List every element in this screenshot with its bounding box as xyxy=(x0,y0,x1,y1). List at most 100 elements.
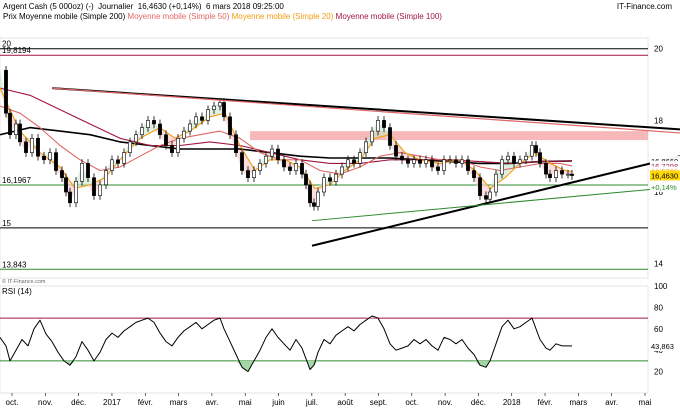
main-y-tick-0: 14 xyxy=(654,260,663,269)
candle-body xyxy=(500,159,504,175)
candle-body xyxy=(252,170,256,179)
level-label-2: 15 xyxy=(2,219,11,228)
candle-body xyxy=(194,116,198,125)
candle-body xyxy=(534,145,538,153)
candle-body xyxy=(524,155,528,161)
x-label-19: mai xyxy=(639,398,652,407)
candle-body xyxy=(388,127,392,146)
x-label-10: août xyxy=(337,398,353,407)
candle-body xyxy=(42,155,46,161)
candle-body xyxy=(218,102,222,107)
area-below-ma xyxy=(0,88,572,207)
candle-body xyxy=(308,184,312,204)
rsi-value-label: 43,863 xyxy=(651,342,674,351)
candle-body xyxy=(4,69,8,114)
candle-body xyxy=(74,180,78,204)
x-label-13: nov. xyxy=(438,398,453,407)
candle-body xyxy=(364,141,368,153)
x-label-17: mars xyxy=(569,398,587,407)
candle-body xyxy=(424,159,428,164)
candle-body xyxy=(442,159,446,171)
last-quote: 16,4630 (+0,14%) xyxy=(137,2,202,11)
x-label-1: nov. xyxy=(38,398,53,407)
candle-body xyxy=(246,170,250,179)
candle-body xyxy=(484,195,488,200)
x-label-16: févr. xyxy=(537,398,552,407)
candle-body xyxy=(506,155,510,161)
x-label-15: 2018 xyxy=(503,398,521,407)
candle-body xyxy=(18,123,22,143)
candle-body xyxy=(530,145,534,157)
candle-body xyxy=(570,173,574,176)
candle-body xyxy=(554,170,558,179)
candle-body xyxy=(512,155,516,164)
x-label-3: 2017 xyxy=(103,398,121,407)
candle-body xyxy=(14,123,18,136)
candle-body xyxy=(264,155,268,164)
chart-canvas: 19,819416,19671513,843201416182016,86601… xyxy=(0,37,680,407)
candle-body xyxy=(460,159,464,164)
resistance-zone xyxy=(250,131,648,141)
candle-body xyxy=(418,159,422,164)
candle-body xyxy=(288,166,292,171)
candle-body xyxy=(200,116,204,121)
candle-body xyxy=(206,109,210,121)
price-label-4: +0,14% xyxy=(651,183,677,192)
candle-body xyxy=(300,163,304,175)
rsi-y-tick-2: 60 xyxy=(654,325,663,334)
candle-body xyxy=(240,152,244,171)
candle-body xyxy=(68,191,72,204)
x-label-2: déc. xyxy=(71,398,86,407)
candle-body xyxy=(400,155,404,161)
candle-body xyxy=(538,152,542,164)
x-label-4: févr. xyxy=(138,398,153,407)
candle-body xyxy=(270,148,274,157)
level-label-4: 20 xyxy=(2,40,11,49)
legend-ma20: Moyenne mobile (Simple 20) xyxy=(231,12,334,21)
x-label-0: oct. xyxy=(6,398,19,407)
candle-body xyxy=(394,145,398,157)
x-label-12: oct. xyxy=(405,398,418,407)
candle-body xyxy=(122,152,126,164)
candle-body xyxy=(64,177,68,193)
chart-header: Argent Cash (5 000oz) (-) Journalier 16,… xyxy=(3,2,284,11)
candle-body xyxy=(116,159,120,164)
candle-body xyxy=(518,159,522,164)
candle-body xyxy=(346,159,350,168)
candle-body xyxy=(282,159,286,168)
candle-body xyxy=(478,177,482,196)
candle-body xyxy=(352,159,356,164)
candle-body xyxy=(212,105,216,110)
candle-body xyxy=(170,145,174,153)
candle-body xyxy=(8,112,12,136)
candle-body xyxy=(86,163,90,179)
candle-body xyxy=(466,159,470,171)
candle-body xyxy=(92,177,96,196)
x-label-9: juil. xyxy=(305,398,318,407)
candle-body xyxy=(134,134,138,143)
candle-body xyxy=(454,159,458,164)
quote-datetime: 6 mars 2018 09:25:00 xyxy=(206,2,284,11)
copyright-text: © IT-Finance.com xyxy=(2,278,46,285)
level-label-1: 16,1967 xyxy=(2,176,31,185)
candle-body xyxy=(60,170,64,179)
candle-body xyxy=(430,159,434,168)
x-label-7: mai xyxy=(239,398,252,407)
candle-body xyxy=(412,159,416,164)
candle-body xyxy=(228,116,232,136)
x-label-5: mars xyxy=(170,398,188,407)
instrument-name: Argent Cash (5 000oz) (-) xyxy=(3,2,94,11)
candle-body xyxy=(110,159,114,171)
area-above-ma xyxy=(0,70,572,189)
candle-body xyxy=(188,123,192,132)
candle-body xyxy=(494,173,498,193)
candle-body xyxy=(258,163,262,171)
candle-body xyxy=(158,123,162,136)
level-label-3: 13,843 xyxy=(2,260,27,269)
candle-body xyxy=(24,141,28,153)
rsi-title: RSI (14) xyxy=(2,287,32,296)
main-y-tick-3: 20 xyxy=(654,45,663,54)
candle-body xyxy=(566,173,570,176)
chart-root: 19,819416,19671513,843201416182016,86601… xyxy=(0,0,680,409)
candle-body xyxy=(30,137,34,153)
